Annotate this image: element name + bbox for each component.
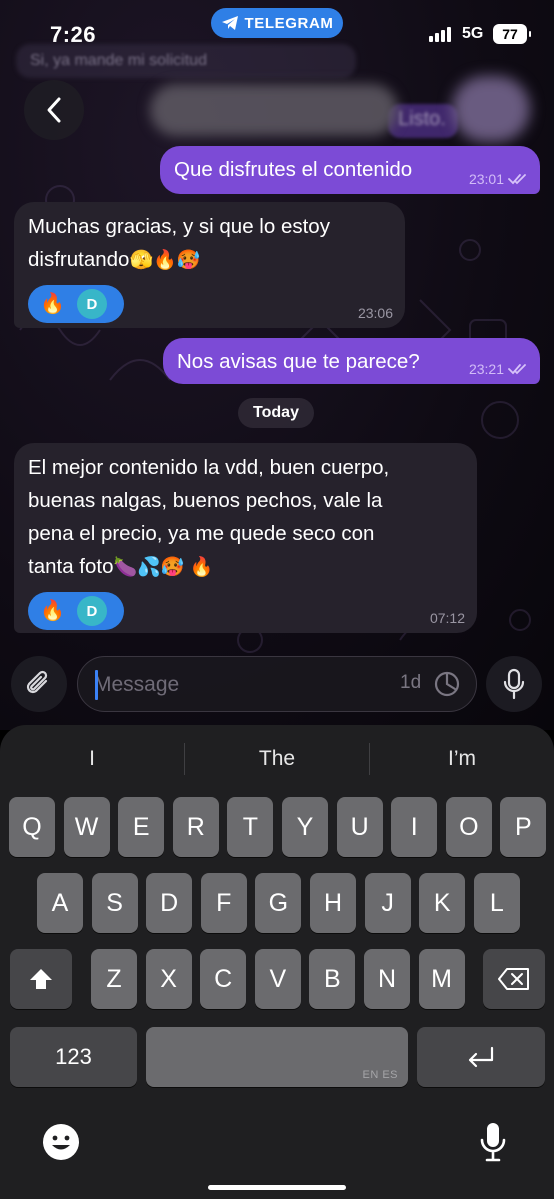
dictation-button[interactable] (471, 1120, 515, 1164)
back-chevron-icon (47, 97, 61, 123)
key-h[interactable]: H (310, 873, 356, 933)
previous-message: Si, ya mande mi solicitud (30, 52, 207, 69)
message-emoji: 🍆💦🥵 🔥 (113, 557, 214, 578)
key-x[interactable]: X (145, 949, 192, 1009)
reaction-pill[interactable]: 🔥 D (28, 592, 124, 630)
message-bubble-outgoing[interactable]: Nos avisas que te parece? 23:21 (163, 338, 540, 384)
key-r[interactable]: R (172, 797, 219, 857)
network-type: 5G (462, 25, 484, 42)
key-i[interactable]: I (391, 797, 438, 857)
message-time: 23:01 (468, 171, 504, 187)
emoji-icon (43, 1124, 79, 1160)
date-separator: Today (238, 398, 314, 428)
key-j[interactable]: J (364, 873, 411, 933)
shift-key[interactable] (10, 949, 72, 1009)
key-w[interactable]: W (63, 797, 110, 857)
key-l[interactable]: L (473, 873, 520, 933)
backspace-key[interactable] (483, 949, 545, 1009)
message-time: 23:06 (357, 305, 393, 321)
double-check-icon (508, 174, 526, 185)
key-k[interactable]: K (419, 873, 466, 933)
signal-icon (429, 27, 451, 42)
message-meta: 23:01 (469, 172, 528, 186)
fire-reaction-icon: 🔥 (40, 293, 65, 315)
message-input[interactable] (94, 670, 384, 700)
message-text-line: disfrutando (28, 248, 130, 271)
emoji-keyboard-button[interactable] (39, 1120, 83, 1164)
space-key[interactable]: EN ES (146, 1027, 408, 1087)
key-g[interactable]: G (255, 873, 302, 933)
message-time: 23:21 (468, 361, 504, 377)
text-caret (95, 670, 98, 700)
telegram-icon (221, 16, 238, 30)
key-o[interactable]: O (445, 797, 492, 857)
key-q[interactable]: Q (9, 797, 55, 857)
self-destruct-timer-label[interactable]: 1d (400, 672, 421, 694)
message-meta: 07:12 (430, 611, 465, 625)
key-b[interactable]: B (309, 949, 356, 1009)
message-time: 07:12 (429, 610, 465, 626)
key-a[interactable]: A (37, 873, 83, 933)
key-d[interactable]: D (146, 873, 193, 933)
backspace-icon (498, 968, 529, 990)
key-y[interactable]: Y (282, 797, 328, 857)
message-text-line: tanta foto (28, 555, 114, 578)
message-meta: 23:06 (358, 306, 393, 320)
contact-avatar[interactable] (452, 76, 530, 142)
key-z[interactable]: Z (91, 949, 137, 1009)
message-field[interactable]: 1d (77, 656, 477, 712)
suggestion-bar: I The I’m (0, 739, 554, 779)
message-text-line: El mejor contenido la vdd, buen cuerpo, (28, 456, 390, 479)
message-text: Que disfrutes el contenido (174, 158, 413, 181)
voice-message-button[interactable] (486, 656, 542, 712)
telegram-app-pill[interactable]: TELEGRAM (211, 8, 343, 38)
key-p[interactable]: P (500, 797, 547, 857)
paperclip-icon (26, 670, 48, 694)
message-emoji: 🫣🔥🥵 (129, 250, 201, 271)
microphone-icon (503, 668, 525, 700)
message-bubble-incoming[interactable]: El mejor contenido la vdd, buen cuerpo, … (14, 443, 477, 633)
key-f[interactable]: F (200, 873, 247, 933)
key-v[interactable]: V (254, 949, 301, 1009)
key-u[interactable]: U (336, 797, 383, 857)
message-bubble-incoming[interactable]: Muchas gracias, y si que lo estoy disfru… (14, 202, 405, 328)
timer-icon[interactable] (432, 669, 462, 699)
shift-icon (30, 969, 52, 989)
back-button[interactable] (24, 80, 84, 140)
battery-indicator: 77 (493, 24, 531, 44)
suggestion-2[interactable]: The (185, 739, 369, 779)
double-check-icon (508, 364, 526, 375)
ghost-message: Listo. (388, 104, 458, 138)
reactor-avatar: D (76, 596, 107, 626)
key-c[interactable]: C (200, 949, 247, 1009)
message-text-line: Muchas gracias, y si que lo estoy (28, 215, 330, 238)
message-text-line: buenas nalgas, buenos pechos, vale la (28, 489, 383, 512)
app-label: TELEGRAM (244, 14, 334, 32)
return-icon (468, 1046, 494, 1068)
return-key[interactable] (417, 1027, 545, 1087)
message-meta: 23:21 (469, 362, 528, 376)
numbers-key[interactable]: 123 (10, 1027, 137, 1087)
fire-reaction-icon: 🔥 (40, 600, 65, 622)
suggestion-3[interactable]: I’m (370, 739, 554, 779)
key-e[interactable]: E (118, 797, 165, 857)
key-s[interactable]: S (91, 873, 138, 933)
contact-name-redacted[interactable] (150, 84, 398, 136)
reactor-avatar: D (76, 289, 107, 319)
suggestion-1[interactable]: I (0, 739, 184, 779)
key-n[interactable]: N (364, 949, 410, 1009)
key-t[interactable]: T (227, 797, 274, 857)
language-hint: EN ES (362, 1069, 398, 1081)
message-bubble-outgoing[interactable]: Que disfrutes el contenido 23:01 (160, 146, 540, 194)
message-text: Nos avisas que te parece? (177, 350, 420, 373)
reaction-pill[interactable]: 🔥 D (28, 285, 124, 323)
key-m[interactable]: M (418, 949, 465, 1009)
home-indicator (208, 1185, 346, 1190)
attach-button[interactable] (11, 656, 67, 712)
dictation-icon (480, 1123, 506, 1162)
message-text-line: pena el precio, ya me quede seco con (28, 522, 375, 545)
